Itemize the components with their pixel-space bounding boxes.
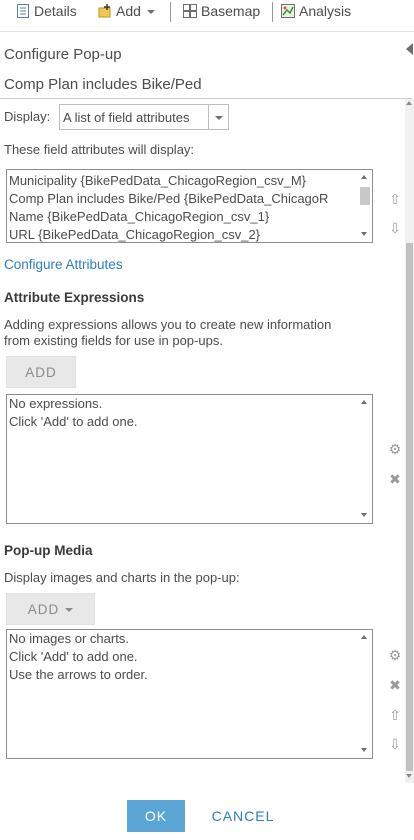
- attribute-expressions-heading: Attribute Expressions: [4, 290, 145, 305]
- details-label: Details: [34, 3, 77, 19]
- list-scrollbar[interactable]: [358, 170, 372, 242]
- popup-media-heading: Pop-up Media: [4, 543, 93, 558]
- add-expression-label: ADD: [25, 364, 57, 380]
- move-down-arrow-icon[interactable]: ⇩: [388, 221, 402, 235]
- add-expression-button[interactable]: ADD: [6, 356, 76, 388]
- add-layer-icon: [98, 4, 112, 18]
- scroll-up-icon[interactable]: [406, 101, 412, 105]
- gear-icon[interactable]: ⚙: [388, 442, 402, 456]
- scroll-up-icon[interactable]: [361, 635, 367, 639]
- empty-message: No images or charts.: [9, 631, 129, 646]
- cancel-label: CANCEL: [211, 808, 275, 824]
- chevron-down-icon[interactable]: [215, 116, 223, 120]
- basemap-label: Basemap: [201, 3, 261, 19]
- toolbar-divider-line: [0, 31, 414, 32]
- toolbar-divider: [170, 2, 171, 22]
- toolbar-divider: [272, 2, 273, 22]
- expressions-description: from existing fields for use in pop-ups.: [4, 333, 223, 348]
- display-select[interactable]: A list of field attributes: [59, 104, 229, 130]
- display-select-value: A list of field attributes: [63, 110, 190, 125]
- chevron-down-icon: [146, 10, 155, 14]
- details-icon: [16, 4, 30, 18]
- display-label: Display:: [4, 109, 51, 124]
- select-divider: [208, 105, 209, 129]
- empty-message: Click 'Add' to add one.: [9, 649, 138, 664]
- delete-x-icon[interactable]: ✖: [388, 472, 402, 486]
- list-scrollbar[interactable]: [358, 395, 372, 523]
- scroll-down-icon[interactable]: [361, 232, 367, 236]
- list-scrollbar[interactable]: [358, 630, 372, 758]
- field-attributes-heading: These field attributes will display:: [4, 142, 195, 157]
- empty-message: Click 'Add' to add one.: [9, 414, 138, 429]
- expressions-list[interactable]: No expressions. Click 'Add' to add one.: [6, 394, 373, 524]
- move-down-arrow-icon[interactable]: ⇩: [388, 737, 402, 751]
- chevron-down-icon: [65, 608, 74, 612]
- analysis-label: Analysis: [299, 3, 352, 19]
- delete-x-icon[interactable]: ✖: [388, 678, 402, 692]
- scroll-down-icon[interactable]: [361, 513, 367, 517]
- list-item[interactable]: Municipality {BikePedData_ChicagoRegion_…: [9, 172, 306, 190]
- list-item[interactable]: Comp Plan includes Bike/Ped {BikePedData…: [9, 190, 328, 208]
- analysis-button[interactable]: Analysis: [281, 2, 351, 20]
- add-label: Add: [116, 3, 141, 19]
- empty-message: No expressions.: [9, 396, 103, 411]
- ok-button[interactable]: OK: [127, 800, 185, 832]
- collapse-panel-icon[interactable]: [406, 43, 413, 55]
- add-button[interactable]: Add: [98, 2, 155, 20]
- scroll-thumb[interactable]: [406, 243, 413, 771]
- field-attributes-list[interactable]: Municipality {BikePedData_ChicagoRegion_…: [6, 169, 373, 243]
- move-up-arrow-icon[interactable]: ⇧: [388, 708, 402, 722]
- list-item[interactable]: URL {BikePedData_ChicagoRegion_csv_2}: [9, 226, 260, 242]
- details-button[interactable]: Details: [16, 2, 77, 20]
- scroll-up-icon[interactable]: [361, 175, 367, 179]
- basemap-button[interactable]: Basemap: [183, 2, 260, 20]
- add-media-label: ADD: [27, 601, 60, 617]
- empty-message: Use the arrows to order.: [9, 667, 148, 682]
- panel-title: Configure Pop-up: [4, 46, 122, 63]
- scroll-down-icon[interactable]: [406, 774, 412, 778]
- ok-label: OK: [144, 808, 168, 824]
- scroll-down-icon[interactable]: [361, 748, 367, 752]
- analysis-map-icon: [281, 4, 295, 18]
- add-media-button[interactable]: ADD: [6, 593, 95, 625]
- list-item[interactable]: Name {BikePedData_ChicagoRegion_csv_1}: [9, 208, 269, 226]
- gear-icon[interactable]: ⚙: [388, 648, 402, 662]
- cancel-button[interactable]: CANCEL: [205, 800, 281, 832]
- move-up-arrow-icon[interactable]: ⇧: [388, 192, 402, 206]
- expressions-description: Adding expressions allows you to create …: [4, 317, 332, 332]
- scroll-up-icon[interactable]: [361, 400, 367, 404]
- media-description: Display images and charts in the pop-up:: [4, 570, 240, 585]
- scroll-thumb[interactable]: [360, 187, 370, 205]
- top-toolbar: Details Add Basemap Analysis: [0, 0, 414, 28]
- media-list[interactable]: No images or charts. Click 'Add' to add …: [6, 629, 373, 759]
- basemap-grid-icon: [183, 4, 197, 18]
- configure-attributes-link[interactable]: Configure Attributes: [4, 257, 123, 272]
- layer-title: Comp Plan includes Bike/Ped: [4, 76, 202, 93]
